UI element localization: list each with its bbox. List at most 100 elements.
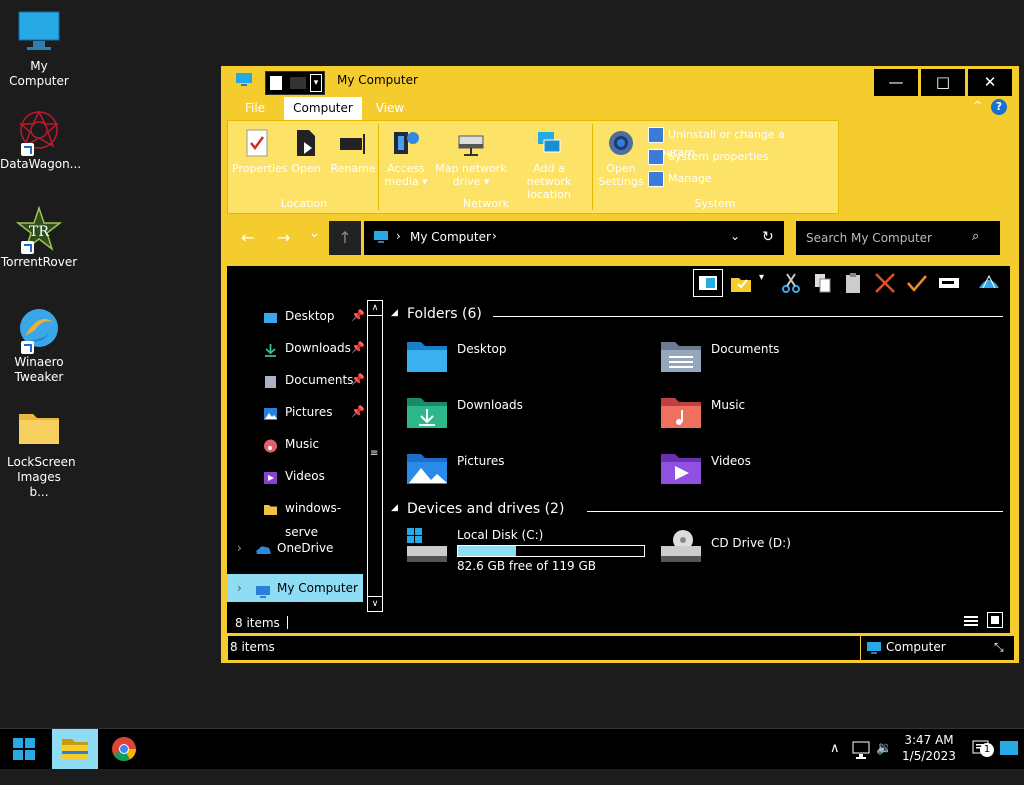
sidebar-item-downloads[interactable]: Downloads 📌 <box>227 336 367 360</box>
shortcut-arrow-icon <box>21 341 34 354</box>
details-view-icon[interactable] <box>963 614 979 628</box>
desktop-icon-torrentrover[interactable]: TR TorrentRover <box>0 205 78 270</box>
status-items: 8 items <box>230 640 275 654</box>
torrentrover-icon: TR <box>15 205 63 254</box>
title-bar[interactable]: ▾ My Computer — □ ✕ <box>221 66 1019 96</box>
start-button[interactable] <box>0 729 48 769</box>
breadcrumb[interactable]: My Computer <box>410 230 491 244</box>
open-settings-button[interactable]: Open Settings <box>598 128 644 188</box>
chevron-down-icon[interactable]: ▾ <box>759 272 769 294</box>
collapse-ribbon-icon[interactable]: ^ <box>973 99 982 112</box>
pin-icon: 📌 <box>351 309 365 322</box>
chevron-right-icon[interactable]: › <box>237 536 242 560</box>
notification-center-icon[interactable]: 1 <box>970 729 994 769</box>
folders-header[interactable]: Folders (6) <box>407 306 482 322</box>
folder-item-pictures[interactable]: Pictures <box>405 450 625 494</box>
desktop-icon-winaero[interactable]: Winaero Tweaker <box>0 306 78 385</box>
folder-item-desktop[interactable]: Desktop <box>405 338 625 382</box>
clock[interactable]: 3:47 AM 1/5/2023 <box>898 732 960 772</box>
folder-item-downloads[interactable]: Downloads <box>405 394 625 438</box>
ribbon-group-system: Open Settings Uninstall or change a prog… <box>596 124 834 210</box>
tab-view[interactable]: View <box>373 97 407 120</box>
up-button[interactable]: ↑ <box>329 221 361 255</box>
forward-button[interactable]: → <box>277 228 290 247</box>
sidebar-item-music[interactable]: Music <box>227 432 367 456</box>
sidebar-item-windows-serve[interactable]: windows-serve <box>227 496 367 539</box>
sidebar-item-documents[interactable]: Documents 📌 <box>227 368 367 392</box>
sidebar-item-my-computer[interactable]: › My Computer <box>227 574 363 602</box>
rename-icon[interactable] <box>937 272 961 294</box>
desktop-icon-my-computer[interactable]: My Computer <box>0 10 78 89</box>
drive-item-d[interactable]: CD Drive (D:) <box>659 528 879 572</box>
map-network-drive-button[interactable]: Map network drive ▾ <box>434 128 508 188</box>
qat-dropdown-icon[interactable]: ▾ <box>310 74 322 92</box>
file-explorer-taskbar-button[interactable] <box>52 729 98 769</box>
add-network-location-button[interactable]: Add a network location <box>510 128 588 201</box>
navigation-scrollbar[interactable]: ∧ ≡ ∨ <box>367 300 383 612</box>
large-icons-view-icon[interactable] <box>987 612 1003 628</box>
tab-file[interactable]: File <box>239 97 271 120</box>
scroll-down-icon[interactable]: ∨ <box>368 596 382 611</box>
search-input[interactable]: Search My Computer ⌕ <box>796 221 1000 255</box>
select-icon[interactable] <box>729 272 753 294</box>
rename-button[interactable]: Rename <box>330 128 376 175</box>
resize-grip-icon[interactable]: ⤡ <box>994 640 1004 655</box>
pictures-icon <box>263 405 278 420</box>
manage-link[interactable]: Manage <box>648 170 712 188</box>
sidebar-item-pictures[interactable]: Pictures 📌 <box>227 400 367 424</box>
maximize-button[interactable]: □ <box>921 69 965 96</box>
properties-icon[interactable] <box>270 76 282 90</box>
folder-item-documents[interactable]: Documents <box>659 338 879 382</box>
volume-icon[interactable]: 🔉 <box>876 729 892 769</box>
tab-computer[interactable]: Computer <box>284 97 362 120</box>
uninstall-program-link[interactable]: Uninstall or change a program <box>648 126 834 159</box>
network-icon[interactable] <box>852 737 870 759</box>
desktop-icon-datawagon[interactable]: DataWagon... <box>0 108 81 172</box>
section-divider <box>587 511 1003 512</box>
desktop-icon-lockscreen-folder[interactable]: LockScreen Images b... <box>0 406 78 500</box>
desktop-icon-label: LockScreen Images b... <box>7 455 76 499</box>
recent-locations-button[interactable]: ⌄ <box>309 226 320 241</box>
chevron-right-icon[interactable]: › <box>237 574 242 602</box>
quick-access-toolbar[interactable]: ▾ <box>265 71 325 95</box>
drives-header[interactable]: Devices and drives (2) <box>407 501 564 517</box>
cut-icon[interactable] <box>779 272 803 294</box>
folder-item-videos[interactable]: Videos <box>659 450 879 494</box>
minimize-button[interactable]: — <box>874 69 918 96</box>
preview-pane-icon[interactable] <box>693 269 723 297</box>
shell-icon[interactable] <box>977 272 1001 294</box>
chevron-down-icon[interactable]: ⌄ <box>730 229 740 243</box>
window-title: My Computer <box>337 73 418 87</box>
section-collapse-icon[interactable]: ◢ <box>391 308 398 318</box>
refresh-icon[interactable]: ↻ <box>762 229 774 245</box>
open-button[interactable]: Open <box>286 128 326 175</box>
properties-button[interactable]: Properties <box>232 128 288 175</box>
monitor-icon <box>373 230 389 245</box>
delete-icon[interactable] <box>873 272 897 294</box>
scroll-up-icon[interactable]: ∧ <box>368 301 382 316</box>
close-button[interactable]: ✕ <box>968 69 1012 96</box>
address-bar[interactable]: › My Computer › ⌄ ↻ <box>364 221 784 255</box>
sidebar-item-onedrive[interactable]: › OneDrive <box>227 536 367 560</box>
back-button[interactable]: ← <box>241 228 254 247</box>
sidebar-item-videos[interactable]: Videos <box>227 464 367 488</box>
pictures-folder-icon <box>405 450 449 486</box>
help-icon[interactable]: ? <box>991 99 1007 115</box>
check-icon[interactable] <box>905 272 929 294</box>
show-desktop-button[interactable] <box>1000 741 1018 755</box>
section-collapse-icon[interactable]: ◢ <box>391 503 398 513</box>
folder-item-music[interactable]: Music <box>659 394 879 438</box>
copy-icon[interactable] <box>811 272 835 294</box>
access-media-button[interactable]: Access media ▾ <box>384 128 428 188</box>
scroll-thumb[interactable]: ≡ <box>370 449 378 459</box>
ribbon-tabs: File Computer View ^ ? <box>221 96 1019 120</box>
drive-item-c[interactable]: Local Disk (C:) 82.6 GB free of 119 GB <box>405 528 645 576</box>
music-folder-icon <box>659 394 703 430</box>
paste-icon[interactable] <box>841 272 865 294</box>
tray-overflow-icon[interactable]: ∧ <box>830 729 840 769</box>
system-properties-link[interactable]: System properties <box>648 148 769 166</box>
new-folder-icon[interactable] <box>290 77 306 89</box>
chrome-taskbar-button[interactable] <box>100 729 148 769</box>
sidebar-item-desktop[interactable]: Desktop 📌 <box>227 304 367 328</box>
pin-icon: 📌 <box>351 405 365 418</box>
